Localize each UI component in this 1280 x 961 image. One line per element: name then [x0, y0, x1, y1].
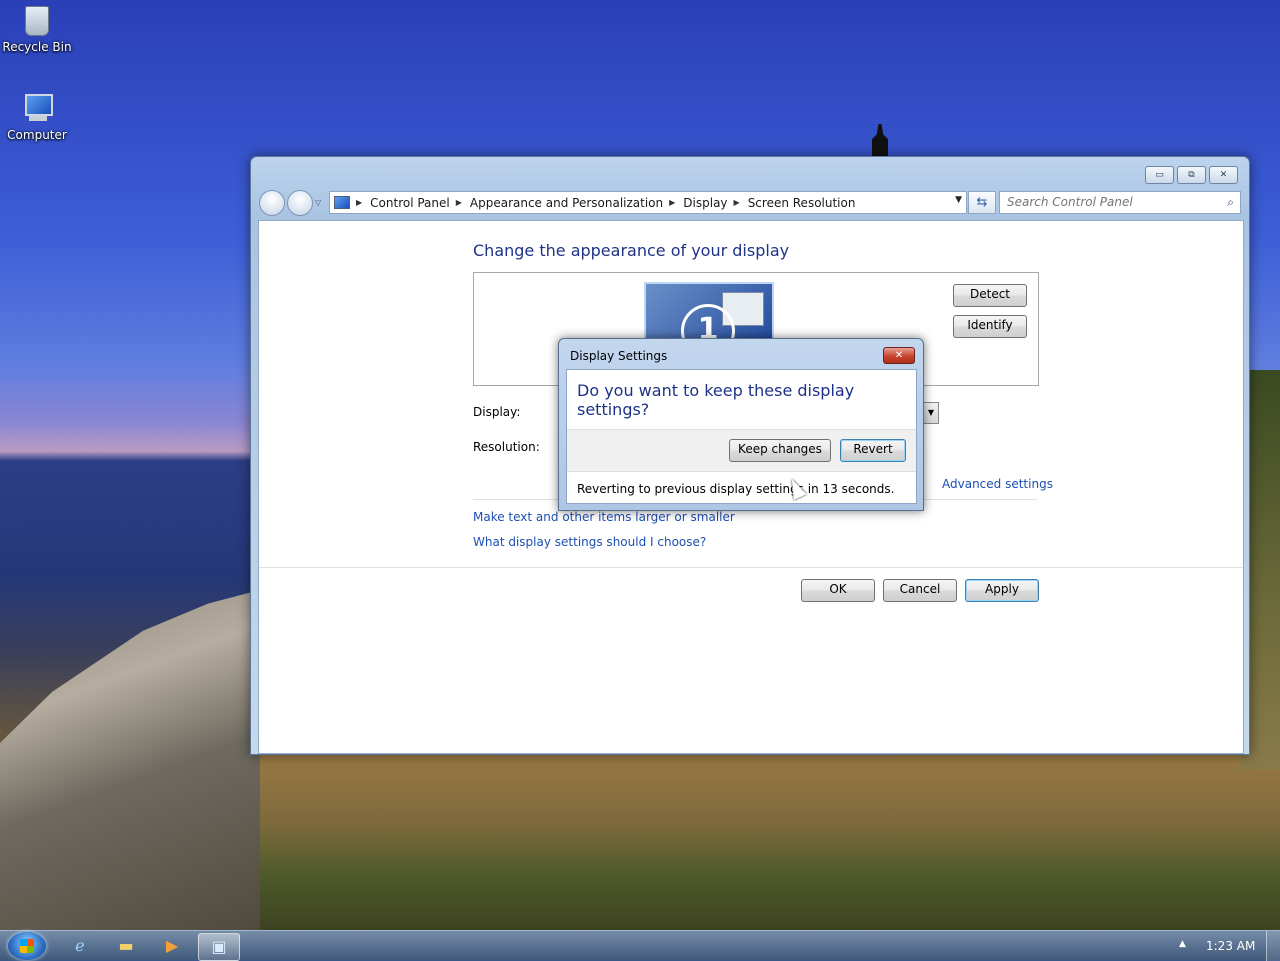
dialog-button-bar: Keep changes Revert — [567, 429, 916, 472]
breadcrumb-appearance[interactable]: Appearance and Personalization — [470, 196, 663, 210]
address-bar[interactable]: ▶ Control Panel ▶ Appearance and Persona… — [329, 191, 967, 214]
display-help-link[interactable]: What display settings should I choose? — [473, 535, 706, 549]
show-desktop-button[interactable] — [1266, 931, 1280, 961]
windows-logo-icon — [20, 939, 34, 953]
desktop-icon-recycle-bin[interactable]: Recycle Bin — [0, 6, 74, 54]
cancel-button[interactable]: Cancel — [883, 579, 957, 602]
internet-explorer-icon[interactable]: ℯ — [60, 933, 100, 959]
recycle-bin-icon — [25, 6, 49, 36]
keep-changes-button[interactable]: Keep changes — [729, 439, 831, 462]
detect-button[interactable]: Detect — [953, 284, 1027, 307]
text-size-link[interactable]: Make text and other items larger or smal… — [473, 510, 735, 524]
minimize-button[interactable]: ▭ — [1145, 166, 1174, 184]
close-button[interactable]: ✕ — [1209, 166, 1238, 184]
advanced-settings-link[interactable]: Advanced settings — [942, 477, 1053, 491]
desktop-icon-label: Recycle Bin — [2, 40, 72, 54]
search-input[interactable] — [1000, 192, 1207, 211]
chevron-right-icon[interactable]: ▶ — [456, 198, 462, 207]
chevron-right-icon[interactable]: ▶ — [669, 198, 675, 207]
revert-button[interactable]: Revert — [840, 439, 906, 462]
caption-buttons: ▭ ⧉ ✕ — [1145, 166, 1238, 184]
search-box[interactable]: ⌕ — [999, 191, 1241, 214]
divider — [259, 567, 1243, 568]
back-button[interactable] — [259, 190, 285, 216]
ok-button[interactable]: OK — [801, 579, 875, 602]
dialog-close-button[interactable]: ✕ — [883, 347, 915, 364]
revert-countdown: Reverting to previous display settings i… — [577, 482, 895, 496]
dialog-title: Display Settings — [570, 349, 668, 363]
breadcrumb-screen-resolution[interactable]: Screen Resolution — [748, 196, 856, 210]
resolution-label: Resolution: — [473, 440, 540, 454]
search-icon[interactable]: ⌕ — [1227, 195, 1234, 210]
taskbar: ℯ ▬ ▶ ▣ ▲ 1:23 AM — [0, 930, 1280, 961]
show-hidden-icons-icon[interactable]: ▲ — [1179, 939, 1186, 949]
apply-button[interactable]: Apply — [965, 579, 1039, 602]
identify-button[interactable]: Identify — [953, 315, 1027, 338]
lighthouse-silhouette — [872, 124, 888, 158]
display-label: Display: — [473, 405, 521, 419]
display-settings-dialog: Display Settings ✕ Do you want to keep t… — [558, 338, 924, 511]
chevron-right-icon[interactable]: ▶ — [356, 198, 362, 207]
breadcrumb-control-panel[interactable]: Control Panel — [370, 196, 450, 210]
windows-explorer-icon[interactable]: ▬ — [106, 933, 146, 959]
computer-icon — [21, 92, 53, 124]
desktop-icon-label: Computer — [7, 128, 67, 142]
clock[interactable]: 1:23 AM — [1206, 939, 1255, 953]
address-dropdown-icon[interactable]: ▼ — [955, 195, 962, 205]
desktop-icon-computer[interactable]: Computer — [0, 92, 74, 142]
control-panel-icon — [334, 196, 350, 209]
navigation-bar: ▽ ▶ Control Panel ▶ Appearance and Perso… — [259, 190, 1241, 216]
forward-button[interactable] — [287, 190, 313, 216]
display-dropdown[interactable]: ▼ — [923, 402, 939, 424]
page-title: Change the appearance of your display — [473, 241, 790, 260]
display-settings-icon[interactable]: ▣ — [198, 933, 240, 961]
media-player-icon[interactable]: ▶ — [152, 933, 192, 959]
dialog-body: Do you want to keep these display settin… — [566, 369, 917, 504]
recent-pages-dropdown[interactable]: ▽ — [315, 198, 321, 207]
restore-button[interactable]: ⧉ — [1177, 166, 1206, 184]
breadcrumb-display[interactable]: Display — [683, 196, 727, 210]
cliff-rocks — [0, 590, 260, 930]
start-button[interactable] — [8, 932, 46, 960]
chevron-right-icon[interactable]: ▶ — [734, 198, 740, 207]
dialog-question: Do you want to keep these display settin… — [577, 381, 855, 419]
refresh-button[interactable]: ⇆ — [968, 191, 996, 214]
